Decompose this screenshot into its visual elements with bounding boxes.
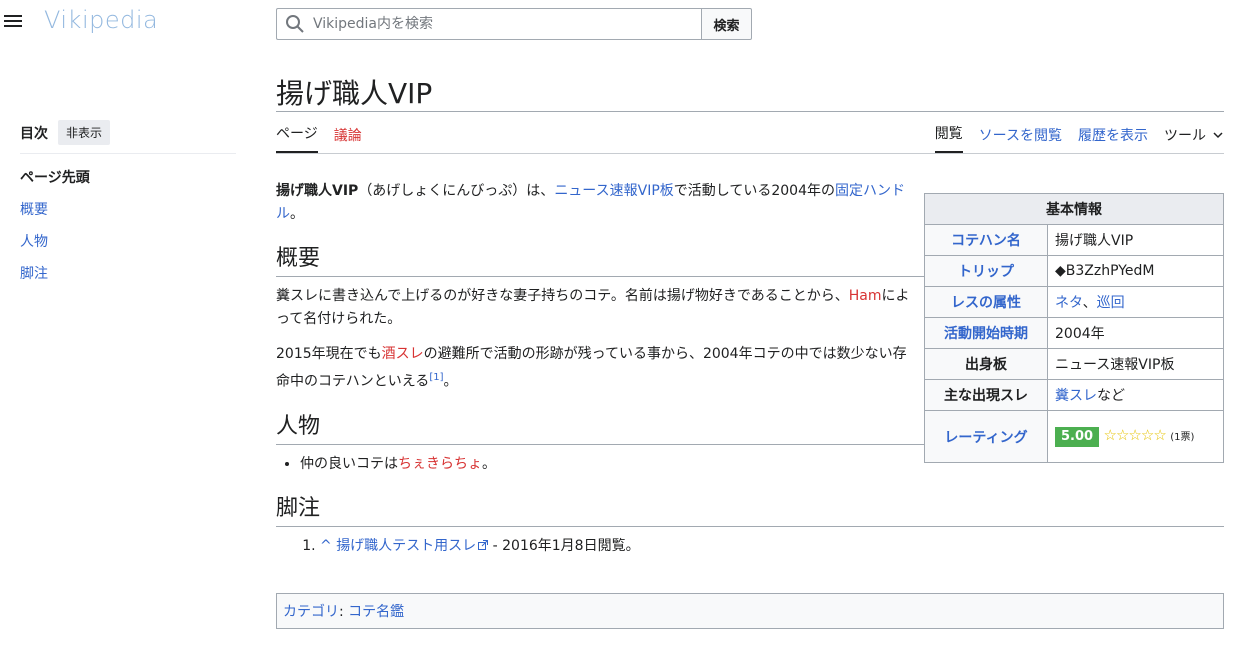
menu-bar xyxy=(4,15,22,17)
search-input[interactable] xyxy=(311,15,691,33)
separator: 、 xyxy=(1082,295,1097,311)
infobox-value: ◆B3ZzhPYedM xyxy=(1047,255,1224,287)
rating-votes: (1票) xyxy=(1170,432,1195,443)
category-item[interactable]: コテ名鑑 xyxy=(348,604,404,620)
tab-talk[interactable]: 議論 xyxy=(334,125,362,153)
lead-text: 。 xyxy=(290,206,304,222)
lead-title: 揚げ職人VIP xyxy=(276,183,359,199)
toc-list: ページ先頭 概要 人物 脚注 xyxy=(20,168,236,296)
link-sake-thread[interactable]: 酒スレ xyxy=(382,346,424,362)
namespace-tabs: ページ 議論 xyxy=(276,123,362,153)
section-heading-notes: 脚注 xyxy=(276,494,1224,527)
infobox-value: ニュース速報VIP板 xyxy=(1047,348,1224,380)
toc-item-notes[interactable]: 脚注 xyxy=(20,264,236,296)
tab-history[interactable]: 履歴を表示 xyxy=(1078,125,1148,153)
reference-link[interactable]: [1] xyxy=(429,372,443,383)
tools-label: ツール xyxy=(1164,128,1206,144)
lead-paragraph: 揚げ職人VIP（あげしょくにんびっぷ）は、ニュース速報VIP板で活動している20… xyxy=(276,180,916,226)
reference-backlink[interactable]: ^ xyxy=(320,538,332,554)
infobox-label: 主な出現スレ xyxy=(924,379,1048,411)
page-title: 揚げ職人VIP xyxy=(276,72,1224,112)
search-button[interactable]: 検索 xyxy=(701,8,752,40)
infobox-label: 出身板 xyxy=(924,348,1048,380)
rating-score: 5.00 xyxy=(1055,427,1100,447)
menu-bar xyxy=(4,20,22,22)
link-text: 揚げ職人テスト用スレ xyxy=(336,537,477,554)
infobox-label[interactable]: トリップ xyxy=(924,255,1048,287)
body-text: 仲の良いコテは xyxy=(300,455,398,472)
external-link-icon xyxy=(478,539,489,550)
body-text: 糞スレに書き込んで上げるのが好きな妻子持ちのコテ。名前は揚げ物好きであることから… xyxy=(276,288,849,304)
infobox-label[interactable]: レーティング xyxy=(924,410,1048,463)
link-vip-board[interactable]: ニュース速報VIP板 xyxy=(554,183,673,199)
table-of-contents: 目次 非表示 ページ先頭 概要 人物 脚注 xyxy=(20,120,236,296)
view-tabs: 閲覧 ソースを閲覧 履歴を表示 ツール xyxy=(934,123,1224,153)
search-icon xyxy=(286,15,304,33)
infobox-title: 基本情報 xyxy=(924,193,1224,225)
infobox-value: ネタ、巡回 xyxy=(1047,286,1224,318)
link-kuso-thread[interactable]: 糞スレ xyxy=(1055,388,1097,404)
menu-bar xyxy=(4,25,22,27)
body-text: 。 xyxy=(482,455,496,472)
lead-text: （あげしょくにんびっぷ）は、 xyxy=(358,183,555,199)
categories-label[interactable]: カテゴリ xyxy=(283,604,339,620)
separator: : xyxy=(339,604,344,620)
infobox-label[interactable]: レスの属性 xyxy=(924,286,1048,318)
infobox-rating: 5.00 ☆☆☆☆☆ (1票) xyxy=(1047,410,1224,463)
search-box xyxy=(276,8,701,40)
toc-item-person[interactable]: 人物 xyxy=(20,232,236,264)
tab-page[interactable]: ページ xyxy=(276,123,318,153)
chevron-down-icon xyxy=(1213,132,1223,139)
link-neta[interactable]: ネタ xyxy=(1055,295,1083,311)
body-text: 。 xyxy=(443,373,458,390)
toc-hide-button[interactable]: 非表示 xyxy=(58,120,111,145)
category-links: カテゴリ: コテ名鑑 xyxy=(276,593,1224,629)
infobox-label[interactable]: 活動開始時期 xyxy=(924,317,1048,349)
toc-header: 目次 非表示 xyxy=(20,120,236,154)
link-junkai[interactable]: 巡回 xyxy=(1097,295,1125,311)
body-text: 2015年現在でも xyxy=(276,346,382,362)
infobox-label[interactable]: コテハン名 xyxy=(924,224,1048,256)
link-chekirachyo[interactable]: ちぇきらちょ xyxy=(398,456,482,472)
page-tabs: ページ 議論 閲覧 ソースを閲覧 履歴を表示 ツール xyxy=(276,112,1224,154)
overview-paragraph-1: 糞スレに書き込んで上げるのが好きな妻子持ちのコテ。名前は揚げ物好きであることから… xyxy=(276,285,916,331)
tools-dropdown[interactable]: ツール xyxy=(1164,125,1224,153)
reference-item: ^ 揚げ職人テスト用スレ - 2016年1月8日閲覧。 xyxy=(320,535,1224,558)
link-test-thread[interactable]: 揚げ職人テスト用スレ xyxy=(336,537,489,554)
infobox: 基本情報 コテハン名 揚げ職人VIP トリップ ◆B3ZzhPYedM レスの属… xyxy=(924,193,1224,463)
toc-item-overview[interactable]: 概要 xyxy=(20,200,236,232)
star-rating-icon[interactable]: ☆☆☆☆☆ xyxy=(1104,426,1167,444)
infobox-value: 糞スレなど xyxy=(1047,379,1224,411)
tab-view-source[interactable]: ソースを閲覧 xyxy=(979,125,1062,153)
infobox-value: 揚げ職人VIP xyxy=(1047,224,1224,256)
search-form: 検索 xyxy=(276,8,752,40)
link-ham[interactable]: Ham xyxy=(849,288,882,304)
body-text: など xyxy=(1097,388,1125,404)
lead-text: で活動している2004年の xyxy=(673,183,835,199)
main-menu-button[interactable] xyxy=(4,12,24,32)
toc-title: 目次 xyxy=(20,125,48,142)
overview-paragraph-2: 2015年現在でも酒スレの避難所で活動の形跡が残っている事から、2004年コテの… xyxy=(276,343,916,394)
body-text: - 2016年1月8日閲覧。 xyxy=(488,537,640,554)
site-logo[interactable]: Vikipedia xyxy=(44,6,158,34)
infobox-value: 2004年 xyxy=(1047,317,1224,349)
toc-item-top[interactable]: ページ先頭 xyxy=(20,168,236,200)
references-list: ^ 揚げ職人テスト用スレ - 2016年1月8日閲覧。 xyxy=(276,535,1224,558)
tab-read[interactable]: 閲覧 xyxy=(934,123,963,153)
